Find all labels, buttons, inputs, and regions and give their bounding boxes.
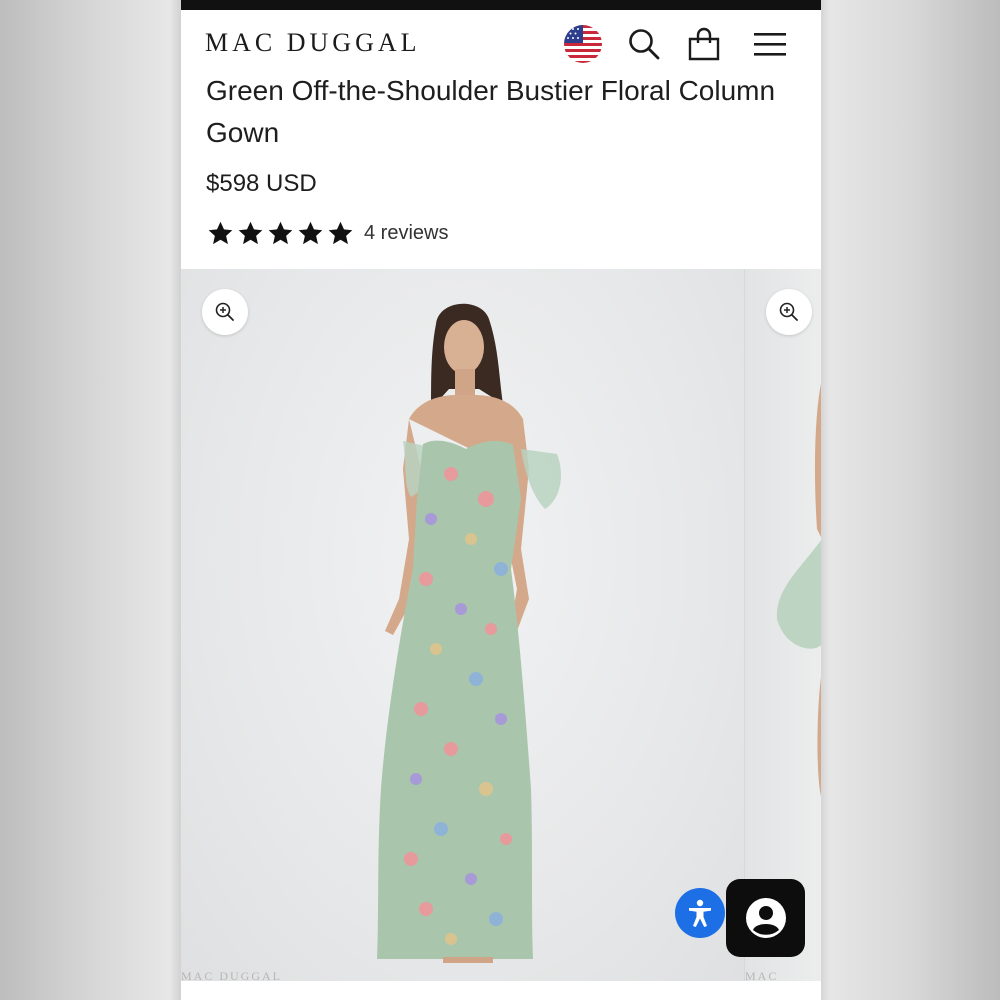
- account-chat-button[interactable]: [726, 879, 805, 957]
- product-photo-main[interactable]: MAC DUGGAL: [181, 269, 744, 981]
- search-icon[interactable]: [624, 24, 664, 64]
- image-watermark: MAC DUGGAL: [745, 969, 779, 981]
- star-icon: [298, 221, 323, 245]
- accessibility-icon: [689, 899, 711, 927]
- star-icon: [268, 221, 293, 245]
- product-page: MAC DUGGAL Green Off-the-Shoulder Bustie…: [181, 0, 821, 1000]
- star-icon: [208, 221, 233, 245]
- product-rating[interactable]: 4 reviews: [207, 220, 448, 247]
- zoom-in-icon: [215, 302, 234, 321]
- accessibility-button[interactable]: [675, 888, 725, 938]
- product-title: Green Off-the-Shoulder Bustier Floral Co…: [206, 75, 776, 148]
- shopping-bag-icon[interactable]: [684, 24, 724, 64]
- site-header: MAC DUGGAL: [181, 10, 821, 72]
- product-photo-next[interactable]: MAC DUGGAL: [744, 269, 821, 981]
- zoom-in-button[interactable]: [766, 289, 812, 335]
- next-photo-preview-image: [776, 383, 821, 796]
- product-price: $598 USD: [206, 170, 317, 197]
- page-bottom: [181, 981, 821, 1000]
- us-flag-icon[interactable]: [563, 24, 603, 64]
- user-account-icon: [745, 898, 786, 938]
- star-rating: [207, 220, 354, 247]
- status-bar: [181, 0, 821, 10]
- brand-logo[interactable]: MAC DUGGAL: [205, 28, 421, 58]
- model-in-gown-image: [377, 303, 561, 963]
- reviews-link[interactable]: 4 reviews: [364, 222, 448, 245]
- zoom-in-icon: [779, 302, 798, 321]
- product-image-gallery[interactable]: MAC DUGGAL MAC DUGGAL: [181, 269, 821, 981]
- star-icon: [328, 221, 353, 245]
- star-icon: [238, 221, 263, 245]
- hamburger-menu-icon[interactable]: [750, 24, 790, 64]
- zoom-in-button[interactable]: [202, 289, 248, 335]
- image-watermark: MAC DUGGAL: [181, 969, 282, 981]
